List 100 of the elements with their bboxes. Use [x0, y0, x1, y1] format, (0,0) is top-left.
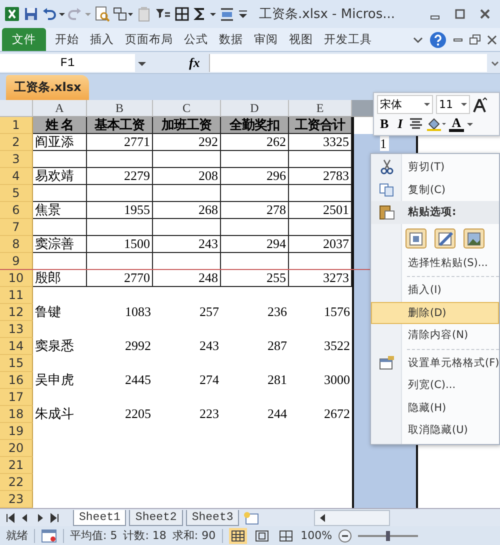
paste-option-icon[interactable]	[405, 226, 427, 248]
copy-icon	[379, 182, 395, 197]
bold-button[interactable]: B	[377, 116, 392, 132]
row-header[interactable]: 20	[0, 440, 33, 457]
row-header[interactable]: 18	[0, 406, 33, 423]
paste-option-icon[interactable]	[434, 226, 456, 248]
last-sheet-icon[interactable]	[49, 512, 61, 524]
help-icon[interactable]	[429, 30, 447, 48]
header-cell: 基本工资	[87, 117, 153, 134]
table-cell	[221, 219, 289, 236]
borders-icon[interactable]	[174, 6, 190, 22]
page-layout-view-icon[interactable]	[252, 528, 271, 544]
menu-item[interactable]: 隐藏(H)	[371, 396, 499, 419]
ribbon-tab[interactable]: 公式	[179, 29, 213, 51]
formula-input[interactable]	[208, 54, 487, 72]
print-preview-icon[interactable]	[94, 6, 110, 22]
zoom-level[interactable]: 100%	[300, 529, 332, 542]
menu-item[interactable]: 选择性粘贴(S)...	[371, 252, 499, 274]
ribbon-tab[interactable]: 页面布局	[120, 29, 178, 51]
scroll-left-icon[interactable]	[319, 512, 327, 522]
caret-icon[interactable]	[424, 102, 430, 106]
column-header[interactable]: C	[153, 100, 221, 117]
column-header[interactable]: A	[33, 100, 87, 117]
normal-view-icon[interactable]	[228, 528, 247, 544]
row-header[interactable]: 15	[0, 355, 33, 372]
font-color-button[interactable]: A	[448, 116, 464, 132]
menu-item[interactable]: 粘贴选项:	[371, 201, 499, 224]
row-header[interactable]: 11	[0, 287, 33, 304]
ribbon-tab[interactable]: 视图	[284, 29, 318, 51]
caret-icon[interactable]	[461, 102, 467, 106]
restore-icon[interactable]	[469, 32, 481, 46]
column-header[interactable]: B	[87, 100, 153, 117]
align-center-icon[interactable]	[408, 117, 423, 131]
wrap-text-icon[interactable]	[219, 6, 235, 22]
table-cell	[153, 151, 221, 168]
row-header[interactable]: 8	[0, 236, 33, 253]
row-header[interactable]: 12	[0, 304, 33, 321]
table-cell: 2771	[87, 134, 153, 151]
name-box[interactable]: F1	[0, 54, 135, 72]
macro-record-icon[interactable]	[41, 528, 57, 542]
row-header[interactable]: 6	[0, 202, 33, 219]
sheet-tab[interactable]: Sheet1	[73, 510, 126, 526]
first-sheet-icon[interactable]	[4, 512, 16, 524]
horizontal-scrollbar[interactable]	[314, 510, 390, 526]
row-header[interactable]: 17	[0, 389, 33, 406]
zoom-slider-thumb[interactable]	[386, 530, 390, 540]
row-header[interactable]: 10	[0, 270, 33, 287]
fill-color-icon[interactable]	[426, 117, 446, 131]
font-dropdown[interactable]: 宋体	[377, 95, 433, 114]
font-size-dropdown[interactable]: 11	[436, 95, 470, 114]
row-header[interactable]: 3	[0, 151, 33, 168]
ribbon-tab[interactable]: 数据	[214, 29, 248, 51]
sheet-tab[interactable]: Sheet3	[186, 510, 240, 526]
ribbon-tab[interactable]: 开发工具	[319, 29, 377, 51]
insert-function-label[interactable]: fx	[189, 54, 200, 70]
ribbon-tab[interactable]: 开始	[50, 29, 84, 51]
row-header[interactable]: 16	[0, 372, 33, 389]
row-header[interactable]: 14	[0, 338, 33, 355]
workbook-tab[interactable]: 工资条.xlsx	[6, 75, 90, 100]
clipboard-icon[interactable]	[136, 6, 152, 22]
spreadsheet-logo-icon[interactable]	[4, 6, 20, 22]
sum-icon[interactable]	[193, 6, 207, 22]
column-header[interactable]: E	[289, 100, 352, 117]
page-break-view-icon[interactable]	[276, 528, 295, 544]
ribbon-tab[interactable]: 插入	[85, 29, 119, 51]
menu-item[interactable]: 清除内容(N)	[371, 324, 499, 346]
row-header[interactable]: 1	[0, 117, 33, 134]
table-cell-text: 2672	[323, 406, 351, 423]
maximize-icon[interactable]	[453, 7, 467, 21]
row-header[interactable]: 2	[0, 134, 33, 151]
menu-item[interactable]: 复制(C)	[371, 178, 499, 201]
row-header[interactable]: 7	[0, 219, 33, 236]
sheet-tab[interactable]: Sheet2	[129, 510, 183, 526]
menu-item[interactable]: 剪切(T)	[371, 156, 499, 178]
row-header[interactable]: 9	[0, 253, 33, 270]
grow-font-icon[interactable]	[473, 96, 487, 112]
ribbon-tab[interactable]: 审阅	[249, 29, 283, 51]
table-cell-text: 鲁键	[34, 304, 62, 321]
save-icon[interactable]	[23, 6, 39, 22]
menu-item[interactable]: 设置单元格格式(F)	[371, 352, 499, 374]
menu-item[interactable]: 插入(I)	[371, 279, 499, 302]
menu-item[interactable]: 取消隐藏(U)	[371, 419, 499, 442]
layout-icon[interactable]	[113, 6, 133, 22]
file-tab[interactable]: 文件	[2, 28, 46, 51]
menu-item[interactable]: 列宽(C)...	[371, 374, 499, 396]
row-header[interactable]: 5	[0, 185, 33, 202]
zoom-out-icon[interactable]	[338, 528, 352, 542]
row-header[interactable]: 22	[0, 474, 33, 491]
row-header[interactable]: 19	[0, 423, 33, 440]
column-header[interactable]: D	[221, 100, 289, 117]
close-icon[interactable]	[478, 7, 492, 21]
row-header[interactable]: 13	[0, 321, 33, 338]
row-header[interactable]: 4	[0, 168, 33, 185]
row-header[interactable]: 21	[0, 457, 33, 474]
undo-icon[interactable]	[42, 6, 56, 22]
paste-option-icon[interactable]	[463, 226, 485, 248]
close-icon[interactable]	[486, 32, 498, 46]
row-header[interactable]: 23	[0, 491, 33, 508]
italic-button[interactable]: I	[394, 116, 406, 132]
menu-item[interactable]: 删除(D)	[371, 302, 499, 324]
